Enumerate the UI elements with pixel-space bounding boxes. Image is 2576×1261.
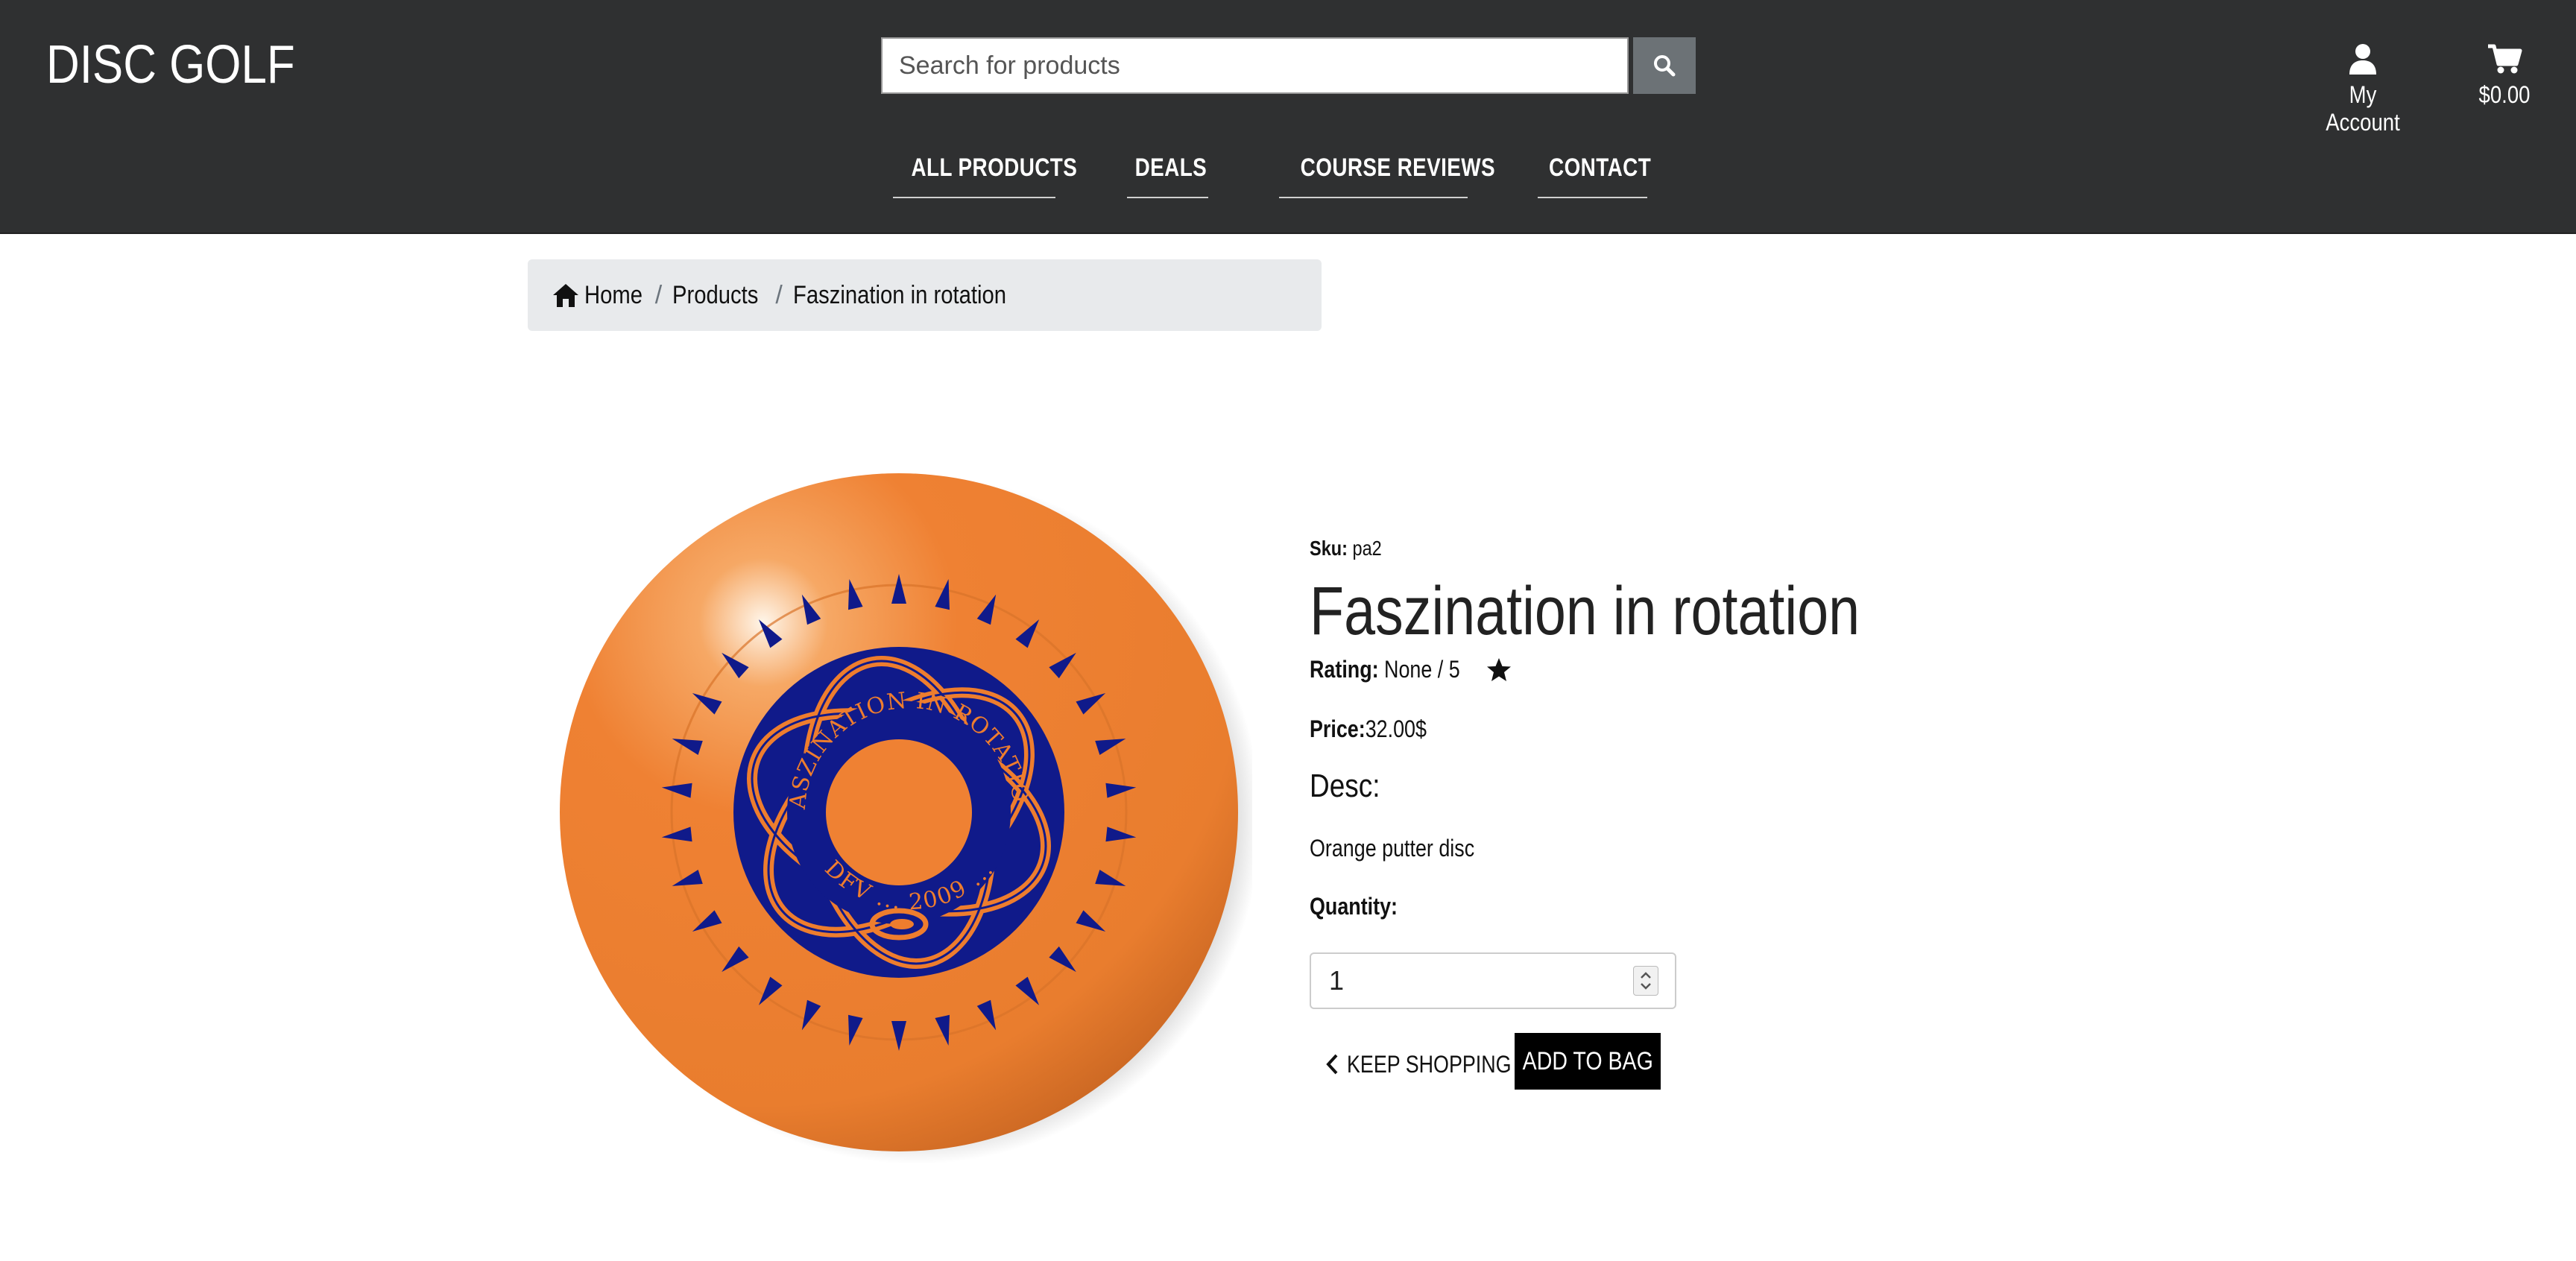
add-to-bag-button[interactable]: ADD TO BAG: [1515, 1033, 1661, 1090]
home-icon: [553, 284, 578, 307]
rating-value: None / 5: [1384, 656, 1460, 683]
quantity-value: 1: [1329, 965, 1345, 996]
nav-course-reviews[interactable]: COURSE REVIEWS: [1279, 149, 1495, 198]
cart-total: $0.00: [2478, 81, 2531, 108]
breadcrumb-current: Faszination in rotation: [792, 280, 1006, 309]
description-text: Orange putter disc: [1310, 835, 1475, 862]
nav-contact[interactable]: CONTACT: [1538, 149, 1651, 198]
nav-all-products[interactable]: ALL PRODUCTS: [893, 149, 1077, 198]
chevron-left-icon: [1326, 1054, 1338, 1075]
breadcrumb-products[interactable]: Products: [672, 281, 772, 310]
sku-line: Sku: pa2: [1310, 537, 1395, 560]
breadcrumb-separator: /: [654, 280, 663, 309]
quantity-label: Quantity:: [1310, 893, 1398, 920]
search-button[interactable]: [1633, 37, 1696, 94]
star-icon: [1487, 657, 1512, 681]
site-header: DISC GOLF My Account $0.00 ALL PRODUCTS …: [0, 0, 2576, 234]
quantity-stepper[interactable]: 1: [1310, 952, 1676, 1009]
search-input[interactable]: [881, 37, 1629, 94]
disc-center: [826, 739, 972, 885]
breadcrumb: Home / Products / Faszination in rotatio…: [528, 259, 1322, 331]
main-nav: ALL PRODUCTS DEALS COURSE REVIEWS CONTAC…: [0, 149, 2576, 209]
keep-shopping-link[interactable]: KEEP SHOPPING: [1325, 1036, 1543, 1093]
price-value: 32.00$: [1365, 715, 1427, 742]
breadcrumb-separator: /: [775, 280, 783, 309]
price-line: Price:32.00$: [1310, 715, 1449, 743]
rating-label: Rating:: [1310, 656, 1379, 683]
sku-value: pa2: [1352, 537, 1382, 560]
user-icon: [2349, 44, 2376, 75]
product-title: Faszination in rotation: [1310, 573, 1860, 649]
breadcrumb-home[interactable]: Home: [552, 281, 652, 310]
cart-icon: [2488, 44, 2522, 74]
price-label: Price:: [1310, 715, 1366, 742]
quantity-spinner[interactable]: [1633, 966, 1658, 996]
product-image: FASZINATION IN ROTATION DFV ... 2009 ...: [541, 442, 1261, 1185]
disc-image: FASZINATION IN ROTATION DFV ... 2009 ...: [541, 442, 1261, 1164]
search-icon: [1654, 55, 1676, 77]
rating-line: Rating: None / 5: [1310, 656, 1512, 683]
my-account-link[interactable]: My Account: [2303, 43, 2422, 136]
spinner-arrows-icon: [1641, 972, 1651, 990]
nav-deals[interactable]: DEALS: [1127, 149, 1208, 198]
my-account-label: My Account: [2326, 81, 2400, 136]
sku-label: Sku:: [1310, 537, 1348, 560]
cart-link[interactable]: $0.00: [2467, 43, 2542, 109]
brand-logo[interactable]: DISC GOLF: [46, 34, 295, 95]
description-heading: Desc:: [1310, 768, 1380, 804]
